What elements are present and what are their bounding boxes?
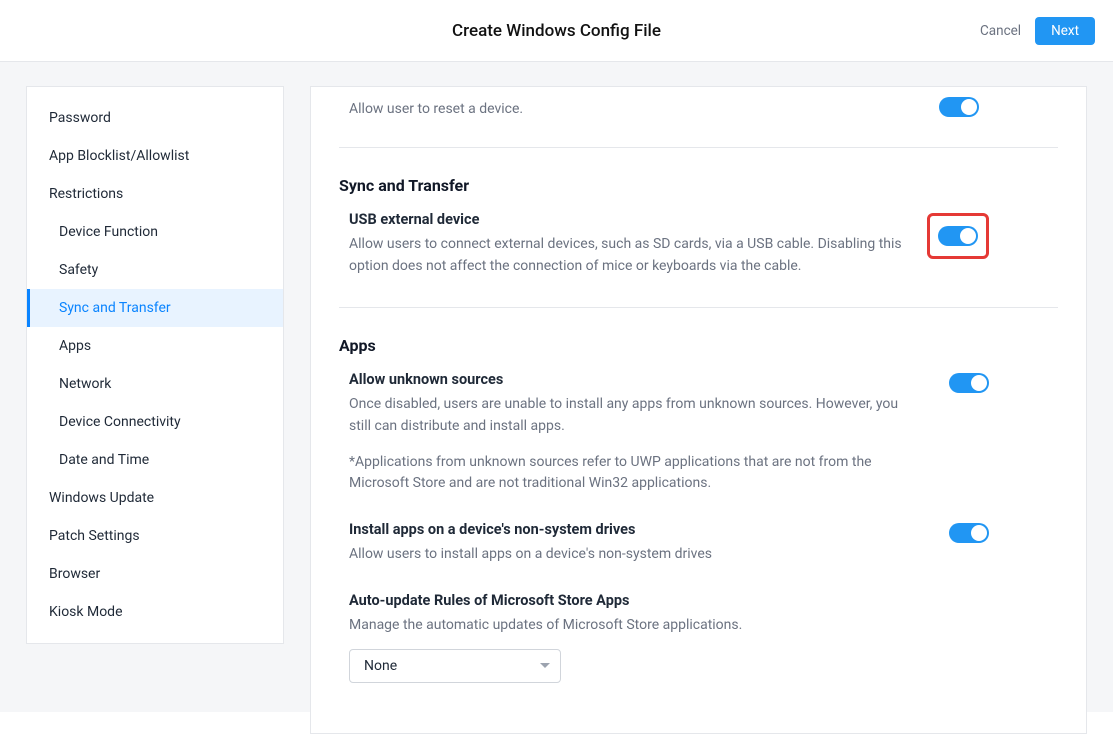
select-value: None — [364, 658, 397, 674]
sidebar-item-blocklist[interactable]: App Blocklist/Allowlist — [27, 137, 283, 175]
setting-desc-usb: Allow users to connect external devices,… — [349, 234, 909, 277]
setting-desc-unknown: Once disabled, users are unable to insta… — [349, 394, 909, 437]
sidebar-item-password[interactable]: Password — [27, 99, 283, 137]
header-actions: Cancel Next — [980, 17, 1095, 45]
page-header: Create Windows Config File Cancel Next — [0, 0, 1113, 62]
section-sync-transfer: Sync and Transfer USB external device Al… — [339, 148, 1058, 307]
sidebar-item-patch[interactable]: Patch Settings — [27, 517, 283, 555]
setting-desc-autoupdate: Manage the automatic updates of Microsof… — [349, 615, 909, 637]
main-panel: Allow user to reset a device. Sync and T… — [310, 86, 1087, 734]
setting-title-nonsys: Install apps on a device's non-system dr… — [349, 521, 909, 538]
select-autoupdate-rule[interactable]: None — [349, 649, 561, 683]
section-heading-sync: Sync and Transfer — [339, 176, 1058, 195]
sidebar-item-windows-update[interactable]: Windows Update — [27, 479, 283, 517]
section-apps: Apps Allow unknown sources Once disabled… — [339, 308, 1058, 712]
setting-title-usb: USB external device — [349, 211, 909, 228]
sidebar-item-date-time[interactable]: Date and Time — [27, 441, 283, 479]
next-button[interactable]: Next — [1035, 17, 1095, 45]
chevron-down-icon — [540, 663, 550, 668]
setting-note-unknown: *Applications from unknown sources refer… — [339, 452, 899, 495]
sidebar-item-device-function[interactable]: Device Function — [27, 213, 283, 251]
setting-title-unknown: Allow unknown sources — [349, 371, 909, 388]
sidebar-item-network[interactable]: Network — [27, 365, 283, 403]
sidebar-item-sync-transfer[interactable]: Sync and Transfer — [27, 289, 283, 327]
toggle-nonsys-drives[interactable] — [949, 523, 989, 543]
section-heading-apps: Apps — [339, 336, 1058, 355]
page-title: Create Windows Config File — [452, 21, 661, 41]
body: Password App Blocklist/Allowlist Restric… — [0, 62, 1113, 712]
toggle-usb-external[interactable] — [938, 226, 978, 246]
sidebar-item-restrictions[interactable]: Restrictions — [27, 175, 283, 213]
cancel-button[interactable]: Cancel — [980, 23, 1021, 39]
highlight-box — [927, 213, 989, 259]
sidebar-item-safety[interactable]: Safety — [27, 251, 283, 289]
setting-title-autoupdate: Auto-update Rules of Microsoft Store App… — [349, 592, 909, 609]
sidebar-item-kiosk[interactable]: Kiosk Mode — [27, 593, 283, 631]
sidebar-item-apps[interactable]: Apps — [27, 327, 283, 365]
sidebar: Password App Blocklist/Allowlist Restric… — [26, 86, 284, 644]
sidebar-item-browser[interactable]: Browser — [27, 555, 283, 593]
setting-desc-nonsys: Allow users to install apps on a device'… — [349, 544, 909, 566]
toggle-unknown-sources[interactable] — [949, 373, 989, 393]
prev-setting-desc: Allow user to reset a device. — [339, 87, 899, 147]
toggle-allow-reset[interactable] — [939, 97, 979, 117]
sidebar-item-connectivity[interactable]: Device Connectivity — [27, 403, 283, 441]
